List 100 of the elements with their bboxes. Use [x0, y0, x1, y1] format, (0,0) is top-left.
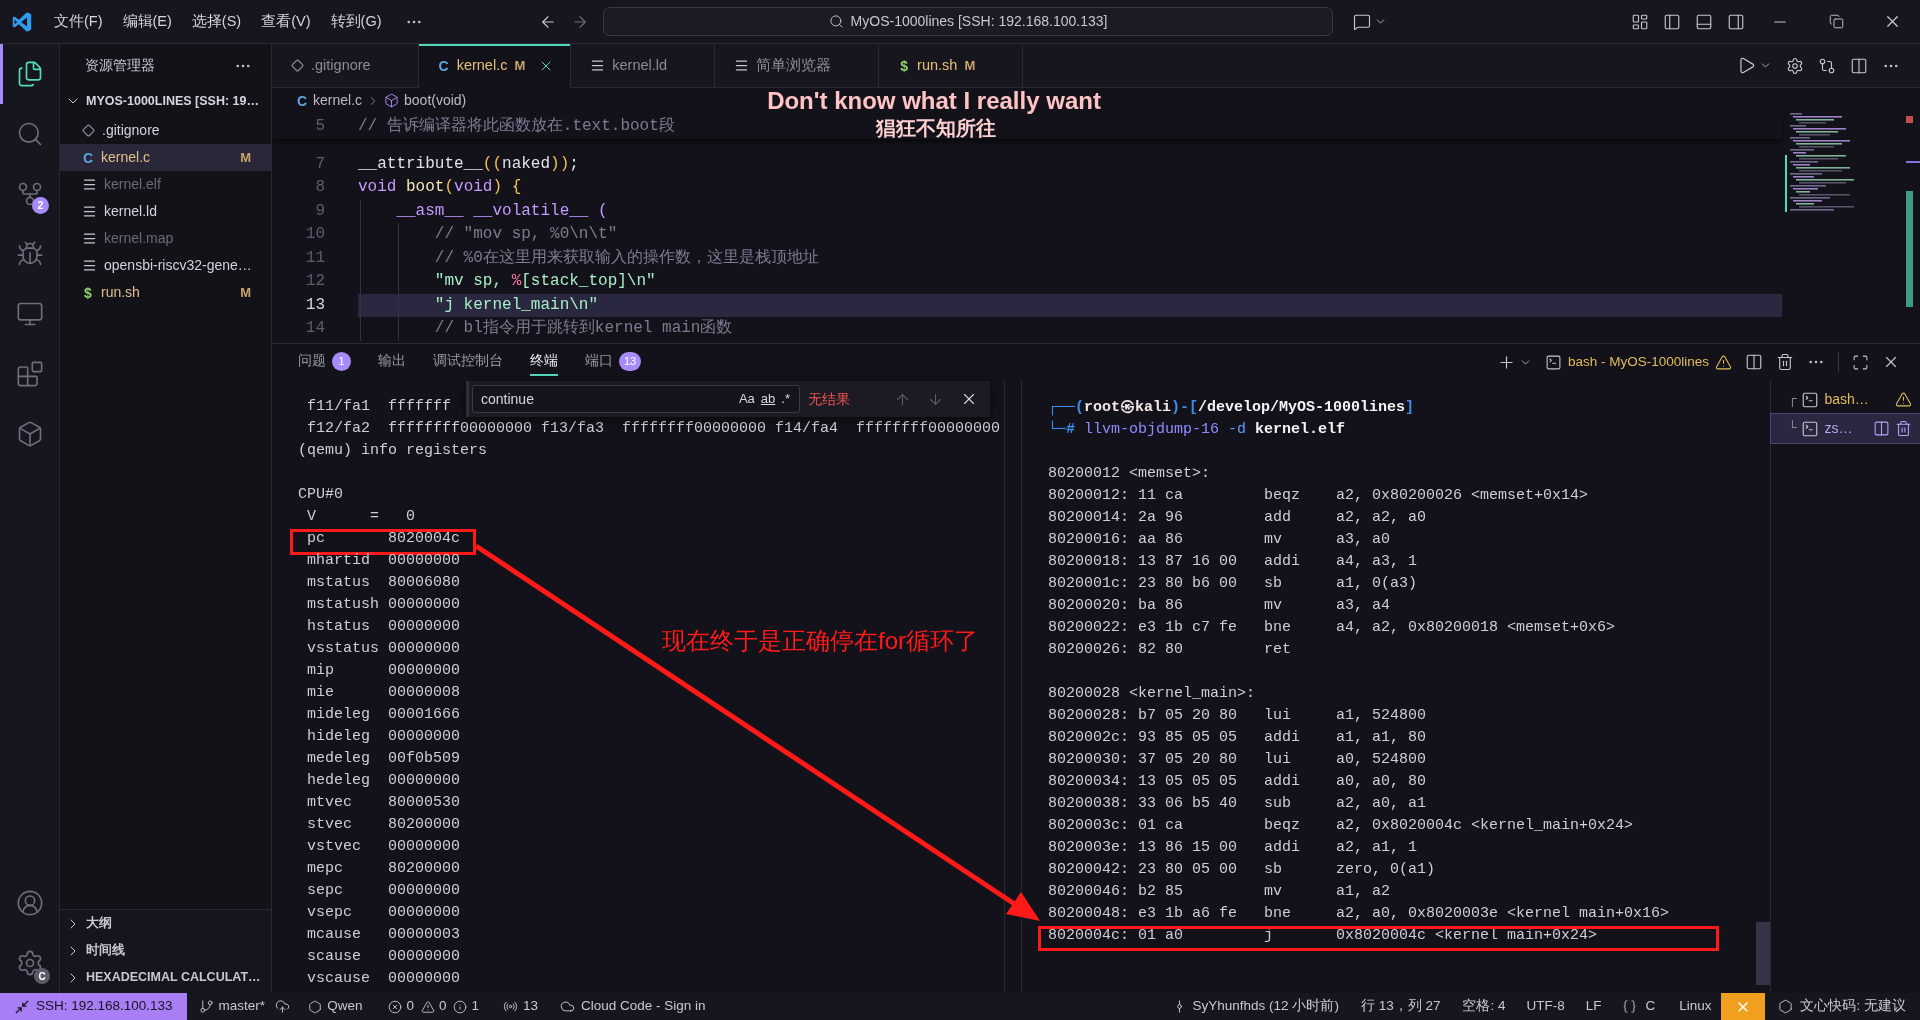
terminal-line: 80200042: 23 80 05 00 sb zero, 0(a1) — [1048, 860, 1436, 880]
language-status[interactable]: C — [1622, 996, 1656, 1017]
code-line: // "mov sp, %0\n\t" — [433, 224, 618, 245]
columns-icon[interactable] — [1873, 420, 1890, 437]
qwen-status[interactable]: Qwen — [308, 996, 363, 1017]
menu-item[interactable]: 编辑(E) — [112, 10, 182, 33]
terminal-line: pc 8020004c — [306, 529, 461, 549]
code-line: "j kernel_main\n" — [433, 294, 599, 316]
lines-icon — [82, 258, 97, 273]
speech-bubble-icon[interactable] — [1353, 12, 1371, 31]
monitor-icon — [15, 300, 44, 328]
terminal-line: 80200018: 13 87 16 00 addi a4, a3, 1 — [1048, 552, 1418, 572]
file-item[interactable]: C kernel.c M — [60, 144, 271, 171]
line-ending-status[interactable]: LF — [1585, 996, 1602, 1017]
editor-tab[interactable]: .gitignore — [272, 44, 419, 87]
panel-bottom-icon[interactable] — [1695, 12, 1713, 31]
code-line: __attribute__((naked)); — [358, 153, 579, 175]
cursor-position[interactable]: 行 13，列 27 — [1360, 996, 1441, 1017]
trash-icon[interactable] — [1776, 353, 1794, 371]
line-number: 10 — [305, 224, 325, 245]
cloud-upload-icon[interactable] — [275, 999, 291, 1014]
columns-icon[interactable] — [1850, 56, 1868, 75]
line-number: 5 — [315, 116, 325, 137]
ports-status[interactable]: 13 — [502, 996, 538, 1017]
maximize-icon[interactable] — [1852, 353, 1869, 371]
terminal-selector[interactable]: bash - MyOS-1000lines — [1544, 351, 1732, 373]
subcaption-text: 猖狂不知所往 — [876, 116, 996, 140]
command-center[interactable]: MyOS-1000lines [SSH: 192.168.100.133] — [603, 7, 1333, 36]
panel-tab[interactable]: 端口 13 — [585, 348, 642, 376]
panel-tab[interactable]: 终端 — [530, 348, 558, 376]
editor-tab[interactable]: C kernel.c M — [418, 44, 572, 88]
editor-tab[interactable]: 简单浏览器 — [715, 44, 880, 87]
terminal-line: hstatus 00000000 — [306, 617, 461, 637]
search-option-toggle[interactable]: .* — [778, 389, 793, 409]
info-icon[interactable] — [453, 999, 468, 1014]
file-item[interactable]: opensbi-riscv32-gene… — [60, 252, 271, 279]
braces-icon — [1622, 999, 1638, 1014]
section-header[interactable]: 大纲 — [60, 910, 271, 937]
terminal-line: mepc 80200000 — [306, 859, 461, 879]
editor-tab[interactable]: kernel.ld — [571, 44, 716, 87]
diamond-icon — [291, 59, 304, 72]
file-item[interactable]: kernel.ld — [60, 198, 271, 225]
play-icon[interactable] — [1737, 56, 1756, 75]
panel-right-icon[interactable] — [1727, 12, 1745, 31]
manage-button[interactable]: C — [0, 933, 59, 993]
indentation-status[interactable]: 空格: 4 — [1462, 996, 1506, 1017]
assistant-toggle[interactable] — [1721, 993, 1766, 1020]
menu-item[interactable]: 选择(S) — [181, 10, 252, 33]
menu-item[interactable]: 查看(V) — [251, 10, 321, 33]
file-item[interactable]: .gitignore — [60, 117, 271, 144]
c-letter-icon: C — [82, 150, 94, 165]
restore-icon[interactable] — [1828, 14, 1844, 29]
scrollbar-thumb[interactable] — [1756, 922, 1770, 985]
panel-tab[interactable]: 调试控制台 — [433, 348, 503, 376]
panel-tab[interactable]: 输出 — [378, 348, 406, 376]
linked-circles-icon[interactable] — [1818, 56, 1836, 75]
circle-x-icon[interactable] — [388, 999, 403, 1014]
breadcrumb-item[interactable]: C kernel.c — [296, 90, 363, 111]
encoding-status[interactable]: UTF-8 — [1526, 996, 1565, 1017]
lines-icon — [82, 204, 97, 219]
branch-icon — [198, 999, 214, 1014]
terminal-line: scause 00000000 — [306, 947, 461, 967]
panel-tab[interactable]: 问题 1 — [298, 348, 351, 376]
terminal-line: 8020002c: 93 85 05 05 addi a1, a1, 80 — [1048, 728, 1427, 748]
search-option-toggle[interactable]: ab — [757, 389, 779, 409]
code-line: // 告诉编译器将此函数放在.text.boot段 — [358, 115, 675, 137]
find-input[interactable]: continue Aa ab .* — [472, 385, 800, 413]
terminal-line: 80200022: e3 1b c7 fe bne a4, a2, 0x80200018 <memset+0x6> — [1048, 618, 1616, 638]
breadcrumb-item[interactable]: boot(void) — [384, 90, 467, 111]
panel-left-icon[interactable] — [1663, 12, 1681, 31]
dollar-sign-icon: $ — [898, 58, 911, 73]
assistant-status[interactable]: 文心快码: 无建议 — [1765, 996, 1920, 1017]
section-header[interactable]: HEXADECIMAL CALCULAT… — [60, 964, 271, 991]
os-status[interactable]: Linux — [1679, 996, 1712, 1017]
line-number: 12 — [305, 271, 325, 292]
branch-status[interactable]: master* — [198, 996, 266, 1017]
menu-item[interactable]: 文件(F) — [44, 10, 113, 33]
terminal-list-item[interactable]: └ zs… — [1771, 414, 1920, 443]
menu-item[interactable]: 转到(G) — [320, 10, 392, 33]
file-item[interactable]: $ run.sh M — [60, 279, 271, 306]
trash-icon[interactable] — [1895, 420, 1912, 437]
blame-status[interactable]: SyYhunfhds (12 小时前) — [1171, 996, 1339, 1017]
c-letter-icon: C — [437, 59, 450, 73]
bug-icon — [15, 240, 44, 268]
lines-icon — [82, 231, 97, 246]
settings-icon[interactable] — [1786, 56, 1804, 75]
editor-tab[interactable]: $ run.sh M — [879, 44, 1024, 87]
search-icon — [828, 14, 844, 29]
search-option-toggle[interactable]: Aa — [735, 389, 758, 409]
tiles-icon[interactable] — [1631, 12, 1649, 31]
warning-icon — [1895, 391, 1912, 408]
terminal-list-item[interactable]: ┌ bash… — [1771, 385, 1920, 414]
folder-header[interactable]: MYOS-1000LINES [SSH: 19… — [60, 88, 271, 114]
cloud-code-status[interactable]: Cloud Code - Sign in — [560, 996, 706, 1017]
section-header[interactable]: 时间线 — [60, 937, 271, 964]
terminal-line: 80200020: ba 86 mv a3, a4 — [1048, 596, 1391, 616]
terminal-line: 80200026: 82 80 ret — [1048, 640, 1292, 660]
columns-icon[interactable] — [1745, 353, 1763, 371]
warning-icon[interactable] — [420, 999, 435, 1014]
remote-indicator[interactable]: SSH: 192.168.100.133 — [0, 993, 187, 1020]
